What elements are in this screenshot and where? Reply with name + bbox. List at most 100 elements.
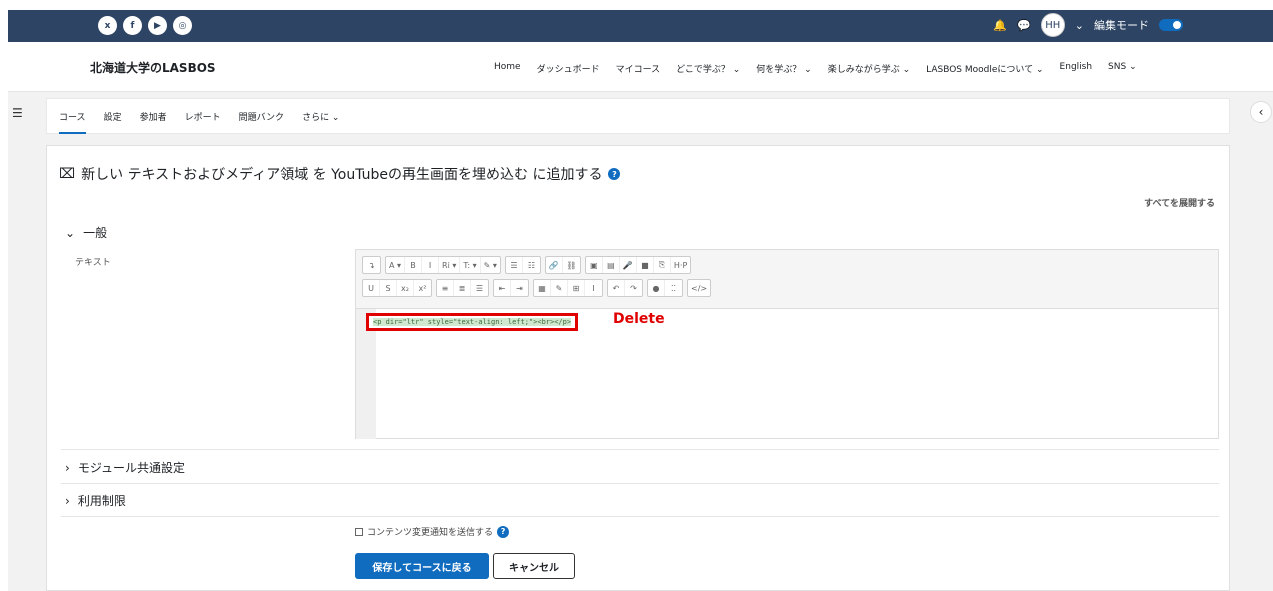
toolbar-button[interactable]: ✎ ▾ [481,257,500,273]
toolbar-group: </> [687,279,712,297]
notify-label: コンテンツ変更通知を送信する [367,528,494,538]
nav-about[interactable]: LASBOS Moodleについて ⌄ [926,62,1043,75]
text-field-label: テキスト [75,258,111,268]
toolbar-button[interactable]: ↴ [363,257,380,273]
tab-participants[interactable]: 参加者 [140,110,167,123]
toolbar-button[interactable]: S [380,280,397,296]
nav-dashboard[interactable]: ダッシュボード [537,62,600,75]
avatar[interactable]: HH [1040,13,1065,37]
nav-what[interactable]: 何を学ぶ？ ⌄ [756,62,811,75]
course-index-icon[interactable]: ☰ [12,106,23,120]
bell-icon[interactable]: 🔔 [993,19,1007,32]
toolbar-button[interactable]: </> [688,280,710,296]
toolbar-button[interactable]: U [363,280,380,296]
delete-annotation: Delete [613,311,665,327]
expand-all-link[interactable]: すべてを展開する [1144,196,1215,209]
toolbar-button[interactable]: ▦ [534,280,551,296]
toolbar-group: ↶ ↷ [607,279,643,297]
toolbar-button[interactable]: ≡ [437,280,454,296]
toolbar-button[interactable]: B [405,257,423,273]
nav-english[interactable]: English [1060,62,1093,75]
nav-home[interactable]: Home [494,62,521,75]
x-icon[interactable]: x [98,16,117,35]
toolbar-button[interactable]: x₂ [397,280,414,296]
text-media-area-icon: ⌧ [59,166,76,182]
edit-mode-label: 編集モード [1094,19,1149,32]
toolbar-button[interactable]: 🔗 [546,257,563,273]
tab-settings[interactable]: 設定 [104,110,122,123]
toolbar-button[interactable]: I [422,257,440,273]
toolbar-button[interactable]: ☰ [471,280,488,296]
section-general[interactable]: ⌄ 一般 [65,224,107,241]
save-return-button[interactable]: 保存してコースに戻る [355,553,489,579]
toolbar-button[interactable]: A ▾ [386,257,406,273]
toolbar-button[interactable]: ☰ [506,257,523,273]
chevron-left-icon[interactable]: ‹ [1250,101,1272,123]
code-text[interactable]: <p dir="ltr" style="text-align: left;"><… [373,318,572,326]
top-bar: x f ▶ ◎ 🔔 💬 HH ⌄ 編集モード [8,10,1273,42]
edit-form-card: ⌧ 新しい テキストおよびメディア領域 を YouTubeの再生画面を埋め込む … [46,145,1230,591]
chat-icon[interactable]: 💬 [1017,19,1031,32]
toolbar-button[interactable]: ↶ [608,280,625,296]
instagram-icon[interactable]: ◎ [173,16,192,35]
toolbar-group: U Sx₂ x² [362,279,432,297]
user-menu-area: 🔔 💬 HH ⌄ 編集モード [993,13,1183,37]
main-navbar: 北海道大学のLASBOS Home ダッシュボード マイコース どこで学ぶ？ ⌄… [8,42,1273,92]
toolbar-button[interactable]: ↷ [625,280,642,296]
toolbar-button[interactable]: Ri ▾ [439,257,461,273]
edit-mode-toggle[interactable] [1159,19,1183,31]
primary-nav: Home ダッシュボード マイコース どこで学ぶ？ ⌄ 何を学ぶ？ ⌄ 楽しみな… [494,62,1137,75]
toolbar-button[interactable]: Ι [585,280,602,296]
toolbar-button[interactable]: H·P [671,257,690,273]
notify-row: コンテンツ変更通知を送信する ? [355,525,510,538]
toolbar-button[interactable]: ⎘ [654,257,671,273]
editor-toolbar: ↴ A ▾ B I Ri ▾ T: ▾ ✎ ▾ ☰ ☷ 🔗 ⛓ ▣ ▤ 🎤 ■ ⎘ H·P U Sx₂ x² ≡ ≣ ☰ ⇤ ⇥… [356,250,1218,309]
page-title: ⌧ 新しい テキストおよびメディア領域 を YouTubeの再生画面を埋め込む … [59,164,621,184]
nav-where[interactable]: どこで学ぶ？ ⌄ [676,62,740,75]
toolbar-button[interactable]: ⇤ [494,280,511,296]
toolbar-group: 🔗 ⛓ [544,256,581,274]
html-editor: ↴ A ▾ B I Ri ▾ T: ▾ ✎ ▾ ☰ ☷ 🔗 ⛓ ▣ ▤ 🎤 ■ ⎘ H·P U Sx₂ x² ≡ ≣ ☰ ⇤ ⇥… [355,249,1219,439]
help-icon[interactable]: ? [497,525,510,538]
toolbar-group: ☰ ☷ [504,256,541,274]
toolbar-button[interactable]: ■ [637,257,654,273]
chevron-down-icon[interactable]: ⌄ [1075,19,1084,32]
help-icon[interactable]: ? [608,168,621,180]
toolbar-button[interactable]: ▤ [603,257,620,273]
cancel-button[interactable]: キャンセル [493,553,575,579]
toolbar-group: ≡ ≣ ☰ [436,279,489,297]
toolbar-button[interactable]: ✎ [551,280,568,296]
facebook-icon[interactable]: f [123,16,142,35]
toolbar-button[interactable]: ⛓ [563,257,580,273]
tab-question-bank[interactable]: 問題バンク [239,110,284,123]
notify-checkbox[interactable] [355,527,363,536]
toolbar-button[interactable]: ⁚⁚ [665,280,682,296]
social-links: x f ▶ ◎ [98,16,192,35]
nav-fun[interactable]: 楽しみながら学ぶ ⌄ [828,62,910,75]
toolbar-button[interactable]: ⊞ [568,280,585,296]
tab-course[interactable]: コース [59,110,86,134]
nav-sns[interactable]: SNS ⌄ [1108,62,1137,75]
highlighted-code-box[interactable]: <p dir="ltr" style="text-align: left;"><… [366,313,579,331]
tab-reports[interactable]: レポート [185,110,221,123]
youtube-icon[interactable]: ▶ [148,16,167,35]
toolbar-row: ↴ A ▾ B I Ri ▾ T: ▾ ✎ ▾ ☰ ☷ 🔗 ⛓ ▣ ▤ 🎤 ■ ⎘ H·P [362,256,1212,274]
toolbar-button[interactable]: x² [414,280,431,296]
toolbar-button[interactable]: ☷ [523,257,540,273]
toolbar-group: ⇤ ⇥ [493,279,529,297]
toolbar-row: U Sx₂ x² ≡ ≣ ☰ ⇤ ⇥ ▦ ✎ ⊞ Ι ↶ ↷ ● ⁚⁚ </> [362,279,1212,297]
nav-my-courses[interactable]: マイコース [616,62,661,75]
toolbar-button[interactable]: 🎤 [620,257,637,273]
tab-more[interactable]: さらに ⌄ [302,110,339,123]
site-brand[interactable]: 北海道大学のLASBOS [90,59,216,76]
toolbar-button[interactable]: ▣ [586,257,603,273]
toolbar-button[interactable]: ● [648,280,665,296]
divider [61,449,1219,450]
section-restrictions-label: 利用制限 [77,494,126,508]
toolbar-button[interactable]: T: ▾ [460,257,481,273]
toolbar-button[interactable]: ⇥ [511,280,528,296]
section-restrictions[interactable]: › 利用制限 [65,492,126,509]
toolbar-button[interactable]: ≣ [454,280,471,296]
section-module-common[interactable]: › モジュール共通設定 [65,459,185,476]
divider [61,516,1219,517]
